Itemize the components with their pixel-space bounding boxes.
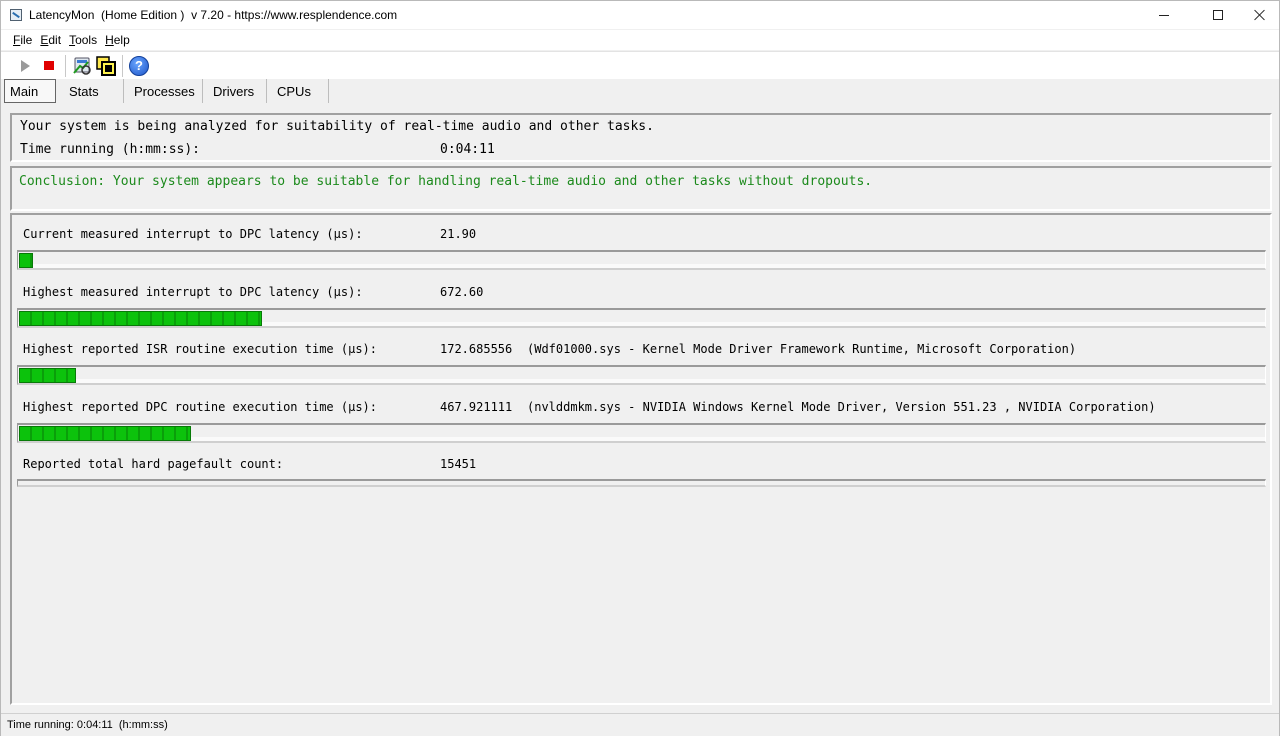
metric-driver-info: (Wdf01000.sys - Kernel Mode Driver Frame…: [527, 342, 1077, 356]
menu-help[interactable]: Help: [99, 30, 136, 50]
analysis-status-text: Your system is being analyzed for suitab…: [20, 119, 654, 134]
maximize-icon: [1213, 10, 1223, 20]
metric-bar: [17, 365, 1266, 385]
start-button[interactable]: [13, 54, 37, 78]
status-text: Time running: 0:04:11 (h:mm:ss): [7, 719, 168, 731]
tab-bar: Main Stats Processes Drivers CPUs: [1, 79, 1279, 104]
window-title: LatencyMon (Home Edition ) v 7.20 - http…: [29, 8, 398, 22]
toolbar: ?: [1, 51, 1279, 79]
metric-label: Reported total hard pagefault count:: [23, 457, 284, 471]
metric-value: 172.685556: [440, 342, 513, 356]
tab-drivers[interactable]: Drivers: [203, 79, 267, 103]
app-window: LatencyMon (Home Edition ) v 7.20 - http…: [0, 0, 1280, 736]
help-icon: ?: [129, 55, 149, 76]
metric-bar: [17, 250, 1266, 270]
metric-driver-info: (nvlddmkm.sys - NVIDIA Windows Kernel Mo…: [527, 400, 1156, 414]
metric-value: 672.60: [440, 285, 484, 299]
time-running-value: 0:04:11: [440, 142, 495, 157]
help-button[interactable]: ?: [127, 54, 151, 78]
latency-metrics-panel: Current measured interrupt to DPC latenc…: [10, 213, 1272, 705]
minimize-button[interactable]: [1141, 1, 1187, 29]
minimize-icon: [1159, 14, 1169, 16]
metric-bar-fill: [19, 253, 33, 268]
metric-label: Highest reported ISR routine execution t…: [23, 342, 378, 356]
conclusion-panel: Conclusion: Your system appears to be su…: [10, 166, 1272, 211]
status-bar: Time running: 0:04:11 (h:mm:ss): [1, 713, 1279, 736]
metric-bar: [17, 423, 1266, 443]
stop-icon: [44, 61, 54, 70]
metric-bar-fill: [19, 311, 262, 326]
menu-bar: File Edit Tools Help: [1, 30, 1279, 50]
tab-cpus[interactable]: CPUs: [267, 79, 329, 103]
metric-label: Highest measured interrupt to DPC latenc…: [23, 285, 363, 299]
tab-stats[interactable]: Stats: [59, 79, 124, 103]
window-select-icon: [96, 55, 116, 76]
maximize-button[interactable]: [1195, 1, 1241, 29]
toolbar-separator: [122, 54, 123, 77]
metric-bar: [17, 308, 1266, 328]
metric-label: Current measured interrupt to DPC latenc…: [23, 227, 363, 241]
metric-label: Highest reported DPC routine execution t…: [23, 400, 378, 414]
metric-value: 21.90: [440, 227, 477, 241]
metric-value: 467.921111: [440, 400, 513, 414]
tab-main[interactable]: Main: [4, 79, 56, 103]
driver-lookup-button[interactable]: [70, 54, 94, 78]
conclusion-text: Conclusion: Your system appears to be su…: [19, 174, 873, 189]
play-icon: [20, 59, 30, 72]
metric-bar-fill: [19, 368, 76, 383]
close-icon: [1254, 9, 1266, 21]
window-select-button[interactable]: [94, 54, 118, 78]
close-button[interactable]: [1237, 1, 1280, 29]
latencymon-app-icon: [9, 8, 23, 22]
driver-lookup-icon: [73, 57, 91, 75]
metric-bar: [17, 479, 1266, 487]
analysis-status-panel: Your system is being analyzed for suitab…: [10, 113, 1272, 162]
toolbar-separator: [65, 54, 66, 77]
menu-tools[interactable]: Tools: [63, 30, 103, 50]
stop-button[interactable]: [37, 54, 61, 78]
tab-processes[interactable]: Processes: [124, 79, 203, 103]
metric-value: 15451: [440, 457, 477, 471]
time-running-label: Time running (h:mm:ss):: [20, 142, 201, 157]
metric-bar-fill: [19, 426, 191, 441]
title-bar[interactable]: LatencyMon (Home Edition ) v 7.20 - http…: [1, 1, 1279, 29]
